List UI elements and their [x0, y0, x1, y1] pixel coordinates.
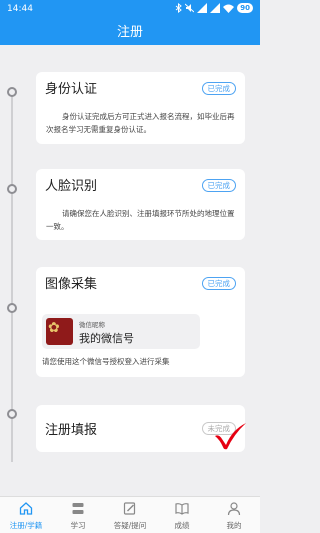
tab-questions[interactable]: 答疑/提问 — [104, 497, 156, 533]
registration-steps: 身份认证 已完成 身份认证完成后方可正式进入报名流程，如毕业后再次报名学习无需重… — [0, 45, 260, 496]
tab-label: 答疑/提问 — [113, 521, 147, 530]
layers-icon — [72, 503, 84, 514]
signal-icon — [197, 3, 208, 13]
status-badge: 已完成 — [201, 179, 236, 192]
app-bar: 注册 — [0, 20, 260, 45]
step-description: 请确保您在人脸识别、注册填报环节所处的地理位置一致。 — [46, 209, 235, 231]
status-time: 14:44 — [7, 4, 33, 14]
tab-label: 注册/学籍 — [9, 521, 43, 530]
check-mark-icon — [215, 423, 246, 450]
tab-label: 成绩 — [174, 521, 190, 530]
step-title: 图像采集 — [45, 277, 98, 292]
wechat-account-card: ✿ 微信昵称 我的微信号 — [42, 314, 200, 349]
tab-label: 我的 — [226, 521, 242, 530]
wechat-name: 我的微信号 — [79, 332, 134, 345]
timeline-dot — [7, 303, 17, 313]
signal-icon — [210, 3, 221, 13]
status-badge: 已完成 — [201, 82, 236, 95]
step-title: 身份认证 — [45, 82, 98, 97]
status-bar: 14:44 90 — [0, 0, 260, 20]
book-icon — [175, 503, 189, 515]
user-icon — [227, 502, 241, 516]
wechat-caption: 微信昵称 — [79, 321, 105, 329]
timeline-line — [11, 90, 13, 462]
timeline-dot — [7, 184, 17, 194]
tab-label: 学习 — [70, 521, 86, 530]
timeline-dot — [7, 87, 17, 97]
step-card-register[interactable]: 注册填报 未完成 — [36, 405, 246, 452]
tab-me[interactable]: 我的 — [208, 497, 260, 533]
tab-grades[interactable]: 成绩 — [156, 497, 208, 533]
step-description: 身份认证完成后方可正式进入报名流程，如毕业后再次报名学习无需重复身份认证。 — [46, 112, 235, 134]
mute-icon — [185, 3, 195, 13]
step-description: 请您使用这个微信号授权登入进行采集 — [42, 357, 170, 366]
bottom-tab-bar: 注册/学籍 学习 答疑/提问 成绩 我的 — [0, 496, 260, 533]
tab-study[interactable]: 学习 — [52, 497, 104, 533]
home-icon — [19, 502, 33, 515]
edit-icon — [123, 502, 136, 515]
step-card-image[interactable]: 图像采集 已完成 ✿ 微信昵称 我的微信号 请您使用这个微信号授权登入进行采集 — [36, 267, 245, 377]
battery-icon: 90 — [237, 3, 253, 13]
bluetooth-icon — [175, 3, 183, 13]
step-card-face[interactable]: 人脸识别 已完成 请确保您在人脸识别、注册填报环节所处的地理位置一致。 — [36, 169, 245, 240]
step-card-identity[interactable]: 身份认证 已完成 身份认证完成后方可正式进入报名流程，如毕业后再次报名学习无需重… — [36, 72, 245, 144]
timeline-dot — [7, 409, 17, 419]
status-badge: 已完成 — [201, 277, 236, 290]
step-title: 注册填报 — [45, 423, 98, 438]
step-title: 人脸识别 — [45, 179, 98, 194]
wifi-icon — [223, 4, 235, 13]
tab-registration[interactable]: 注册/学籍 — [0, 497, 52, 533]
page-title: 注册 — [116, 25, 143, 40]
wechat-avatar: ✿ — [46, 318, 73, 345]
